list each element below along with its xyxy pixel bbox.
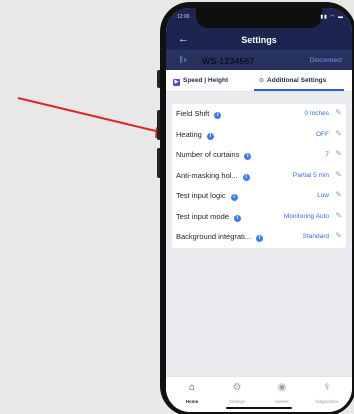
tab-label: Speed | Height — [183, 77, 229, 84]
eye-icon: ◉ — [277, 382, 287, 393]
setting-row-test-input-logic[interactable]: Test input logic i Low ✎ — [172, 186, 346, 207]
device-bar: ᛒ› WS-1234567 Disconnect — [166, 50, 352, 70]
edit-icon[interactable]: ✎ — [335, 231, 342, 240]
setting-row-background-integration[interactable]: Background integrati... i Standard ✎ — [172, 227, 346, 248]
edit-icon[interactable]: ✎ — [335, 190, 342, 199]
info-icon[interactable]: i — [230, 194, 238, 201]
setting-label: Field Shift — [176, 109, 210, 118]
nav-settings[interactable]: ⚙ Settings — [217, 382, 257, 404]
nav-home[interactable]: ⌂ Home — [172, 382, 212, 404]
setting-value: Partial 5 min — [292, 171, 329, 179]
disconnect-button[interactable]: Disconnect — [310, 57, 342, 64]
setting-label: Test input logic — [176, 191, 226, 200]
app-header: 12:00 ▮▮ ◠ ▬ ← Settings — [166, 8, 352, 50]
gear-icon: ⚙ — [232, 382, 242, 393]
setting-value: 7 — [325, 151, 329, 158]
setting-label: Heating — [176, 129, 202, 139]
setting-row-heating[interactable]: Heating i OFF ✎ — [172, 125, 346, 146]
nav-diagnostics[interactable]: ⚕ Diagnostics — [307, 382, 347, 404]
setting-row-test-input-mode[interactable]: Test input mode i Monitoring Auto ✎ — [172, 207, 346, 228]
tab-additional-settings[interactable]: ⊙ Additional Settings — [259, 77, 326, 84]
speed-icon: ▶ — [173, 79, 180, 86]
setting-row-field-shift[interactable]: Field Shift i 0 Inches ✎ — [172, 104, 346, 125]
home-indicator — [226, 407, 292, 409]
info-icon[interactable]: i — [214, 112, 222, 119]
setting-value: Standard — [302, 233, 329, 240]
home-icon: ⌂ — [188, 382, 196, 393]
setting-value: Monitoring Auto — [283, 212, 329, 220]
info-icon[interactable]: i — [242, 173, 250, 181]
nav-label: Viewer — [275, 399, 289, 404]
info-icon[interactable]: i — [244, 153, 252, 160]
nav-label: Diagnostics — [315, 399, 339, 404]
setting-label: Number of curtains — [176, 150, 240, 159]
setting-value: OFF — [316, 130, 329, 138]
setting-row-anti-masking[interactable]: Anti-masking hol... i Partial 5 min ✎ — [172, 166, 346, 187]
edit-icon[interactable]: ✎ — [335, 108, 342, 117]
settings-list: Field Shift i 0 Inches ✎ Heating i OFF ✎ N… — [172, 104, 346, 248]
nav-label: Home — [185, 399, 199, 404]
setting-value: 0 Inches — [304, 110, 329, 117]
status-bar: 12:00 ▮▮ ◠ ▬ — [166, 8, 352, 30]
edit-icon[interactable]: ✎ — [335, 211, 342, 220]
info-icon[interactable]: i — [206, 132, 214, 140]
nav-viewer[interactable]: ◉ Viewer — [262, 382, 302, 404]
setting-value: Low — [317, 192, 329, 199]
setting-label: Test input mode — [176, 211, 229, 221]
setting-label: Background integrati... — [176, 232, 252, 241]
active-tab-indicator — [254, 89, 344, 91]
page-title: Settings — [241, 35, 277, 45]
edit-icon[interactable]: ✎ — [335, 170, 342, 179]
device-id: WS-1234567 — [202, 56, 255, 66]
stethoscope-icon: ⚕ — [324, 382, 330, 393]
edit-icon[interactable]: ✎ — [335, 129, 342, 138]
settings-toggle-icon: ⊙ — [259, 78, 265, 84]
tab-speed-height[interactable]: ▶ Speed | Height — [173, 77, 228, 86]
bluetooth-icon: ᛒ› — [179, 55, 187, 64]
info-icon[interactable]: i — [233, 214, 241, 222]
edit-icon[interactable]: ✎ — [335, 149, 342, 158]
status-time: 12:00 — [177, 14, 190, 20]
setting-label: Anti-masking hol... — [176, 170, 238, 180]
nav-label: Settings — [228, 399, 246, 404]
phone-screen: 12:00 ▮▮ ◠ ▬ ← Settings ᛒ› WS-1234567 Di… — [166, 8, 352, 412]
info-icon[interactable]: i — [256, 235, 264, 242]
status-icons: ▮▮ ◠ ▬ — [320, 14, 344, 20]
setting-row-number-of-curtains[interactable]: Number of curtains i 7 ✎ — [172, 145, 346, 166]
tab-bar: ▶ Speed | Height ⊙ Additional Settings — [166, 70, 352, 92]
tab-label: Additional Settings — [267, 77, 327, 84]
nav-bar: ← Settings — [166, 30, 352, 50]
notch — [196, 8, 322, 28]
bottom-nav: ⌂ Home ⚙ Settings ◉ Viewer ⚕ Diagnostics — [166, 376, 352, 412]
